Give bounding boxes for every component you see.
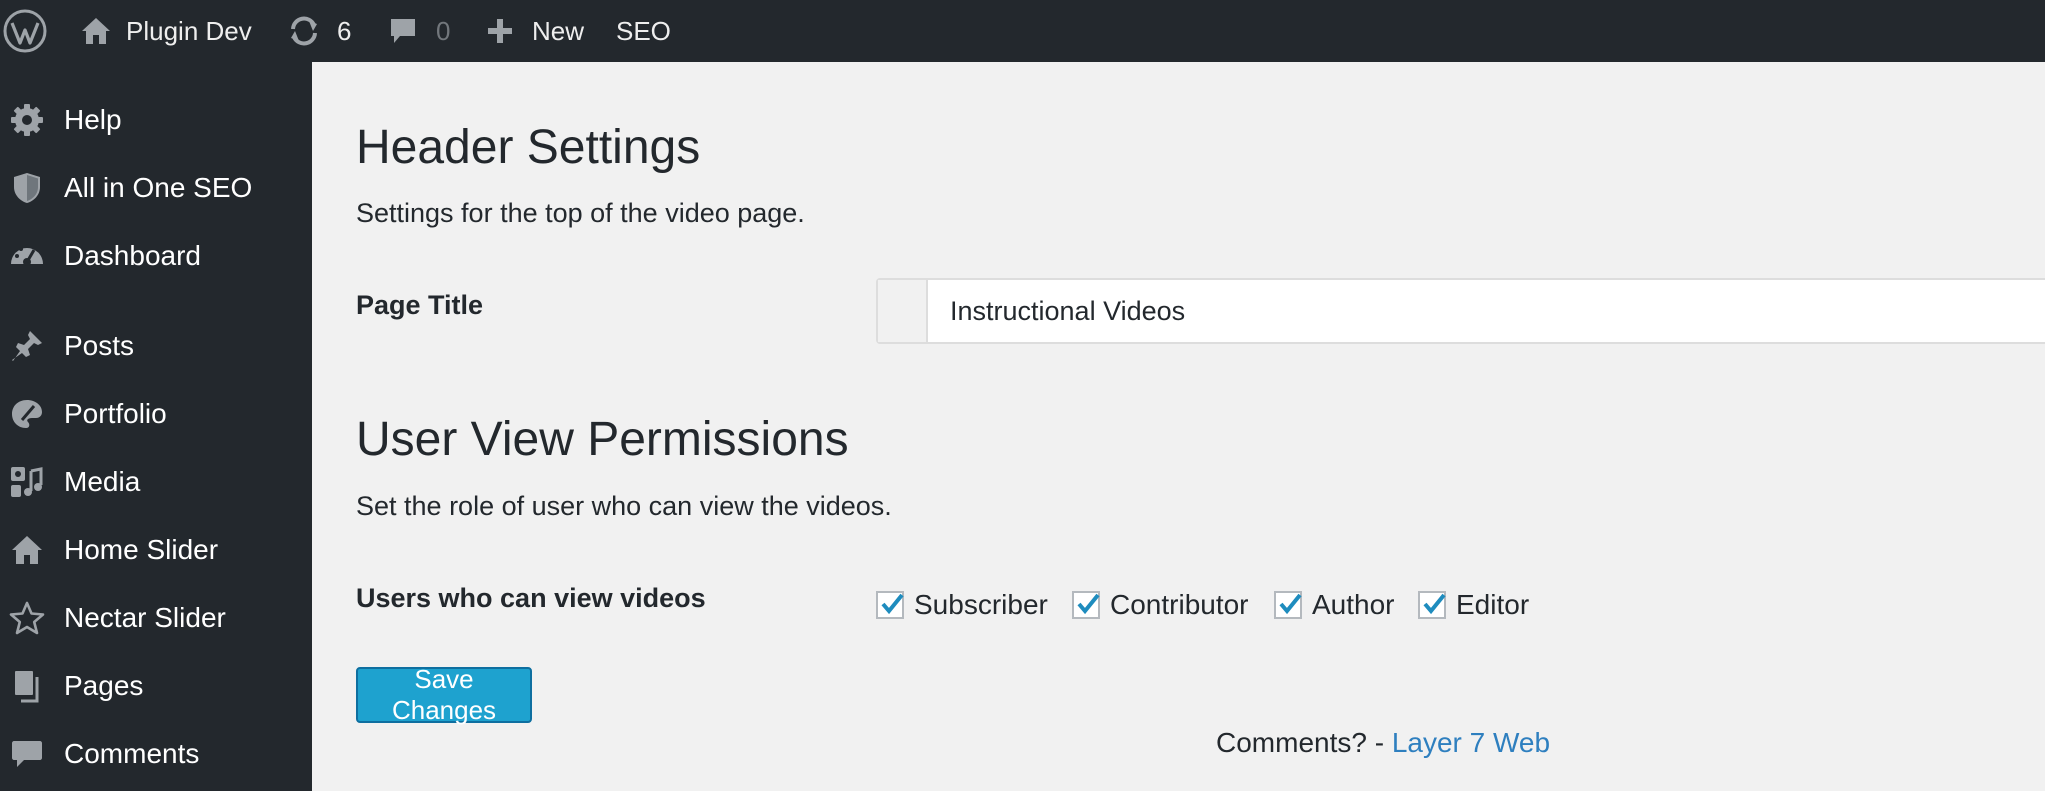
sidebar-item-dashboard[interactable]: Dashboard	[0, 228, 312, 284]
updates-link[interactable]: 6	[287, 0, 351, 62]
comments-count: 0	[436, 15, 451, 46]
sidebar-item-label: Media	[64, 466, 141, 497]
sidebar-item-media[interactable]: Media	[0, 454, 312, 510]
new-content-link[interactable]: New	[486, 0, 584, 62]
sidebar-item-portfolio[interactable]: Portfolio	[0, 386, 312, 442]
role-option-author[interactable]: Author	[1274, 585, 1395, 625]
sidebar-item-all-in-one-seo[interactable]: All in One SEO	[0, 160, 312, 216]
checkmark-icon	[1423, 593, 1446, 615]
seo-label: SEO	[616, 15, 671, 46]
sidebar-item-label: Portfolio	[64, 398, 167, 429]
sidebar-item-comments[interactable]: Comments	[0, 726, 312, 782]
role-option-subscriber[interactable]: Subscriber	[876, 585, 1048, 625]
palette-icon	[9, 396, 45, 432]
page-title-label: Page Title	[356, 290, 484, 320]
role-label: Editor	[1456, 589, 1530, 620]
settings-page: Header Settings Settings for the top of …	[312, 62, 2045, 791]
header-settings-heading: Header Settings	[356, 121, 701, 174]
footer-credit: Comments? - Layer 7 Web	[1216, 727, 1550, 759]
checkmark-icon	[881, 593, 904, 615]
dashboard-icon	[9, 238, 45, 274]
star-icon	[9, 600, 45, 636]
sidebar-item-label: Pages	[64, 670, 144, 701]
sidebar-item-label: Comments	[64, 738, 200, 769]
seo-menu-link[interactable]: SEO	[616, 0, 671, 62]
checkmark-icon	[1077, 593, 1100, 615]
role-label: Subscriber	[914, 589, 1048, 620]
home-icon	[82, 18, 110, 44]
shield-icon	[9, 170, 45, 206]
admin-sidebar: Help All in One SEO Dashboard Posts Port…	[0, 62, 312, 791]
wordpress-logo-icon[interactable]	[2, 0, 48, 62]
site-name-link[interactable]: Plugin Dev	[80, 0, 252, 62]
updates-count: 6	[337, 15, 352, 46]
comment-bubble-icon	[391, 19, 415, 43]
sidebar-item-posts[interactable]: Posts	[0, 318, 312, 374]
sidebar-item-label: Help	[64, 104, 122, 135]
subscriber-checkbox[interactable]	[876, 591, 904, 619]
contributor-checkbox[interactable]	[1072, 591, 1100, 619]
role-option-editor[interactable]: Editor	[1418, 585, 1529, 625]
role-label: Author	[1312, 589, 1395, 620]
sidebar-item-label: Posts	[64, 330, 135, 361]
sidebar-item-label: Nectar Slider	[64, 602, 226, 633]
users-who-can-view-label: Users who can view videos	[356, 583, 706, 613]
layer-7-web-link[interactable]: Layer 7 Web	[1392, 727, 1550, 758]
plus-icon	[488, 19, 512, 43]
sidebar-item-pages[interactable]: Pages	[0, 658, 312, 714]
role-label: Contributor	[1110, 589, 1249, 620]
role-option-contributor[interactable]: Contributor	[1072, 585, 1249, 625]
pin-icon	[9, 328, 45, 364]
page-title-field-addon	[878, 280, 928, 342]
media-icon	[9, 464, 45, 500]
page-title-field	[876, 278, 2045, 344]
sidebar-item-label: Dashboard	[64, 240, 201, 271]
footer-prefix: Comments? -	[1216, 727, 1392, 758]
gear-icon	[9, 102, 45, 138]
sidebar-item-label: Home Slider	[64, 534, 219, 565]
new-label: New	[532, 15, 585, 46]
sidebar-item-help[interactable]: Help	[0, 92, 312, 148]
sidebar-item-home-slider[interactable]: Home Slider	[0, 522, 312, 578]
checkmark-icon	[1279, 593, 1302, 615]
sidebar-item-label: All in One SEO	[64, 172, 253, 203]
comment-icon	[9, 736, 45, 772]
site-name: Plugin Dev	[126, 15, 252, 46]
pages-icon	[9, 668, 45, 704]
comments-link[interactable]: 0	[388, 0, 450, 62]
admin-bar: Plugin Dev 6 0 New SEO	[0, 0, 2045, 62]
header-settings-description: Settings for the top of the video page.	[356, 198, 805, 228]
author-checkbox[interactable]	[1274, 591, 1302, 619]
sidebar-item-nectar-slider[interactable]: Nectar Slider	[0, 590, 312, 646]
user-view-permissions-heading: User View Permissions	[356, 413, 849, 466]
save-changes-button[interactable]: Save Changes	[356, 664, 532, 725]
page-title-input[interactable]	[950, 280, 1950, 342]
home-icon	[9, 532, 45, 568]
editor-checkbox[interactable]	[1418, 591, 1446, 619]
updates-icon	[291, 16, 317, 46]
user-view-permissions-description: Set the role of user who can view the vi…	[356, 491, 892, 521]
